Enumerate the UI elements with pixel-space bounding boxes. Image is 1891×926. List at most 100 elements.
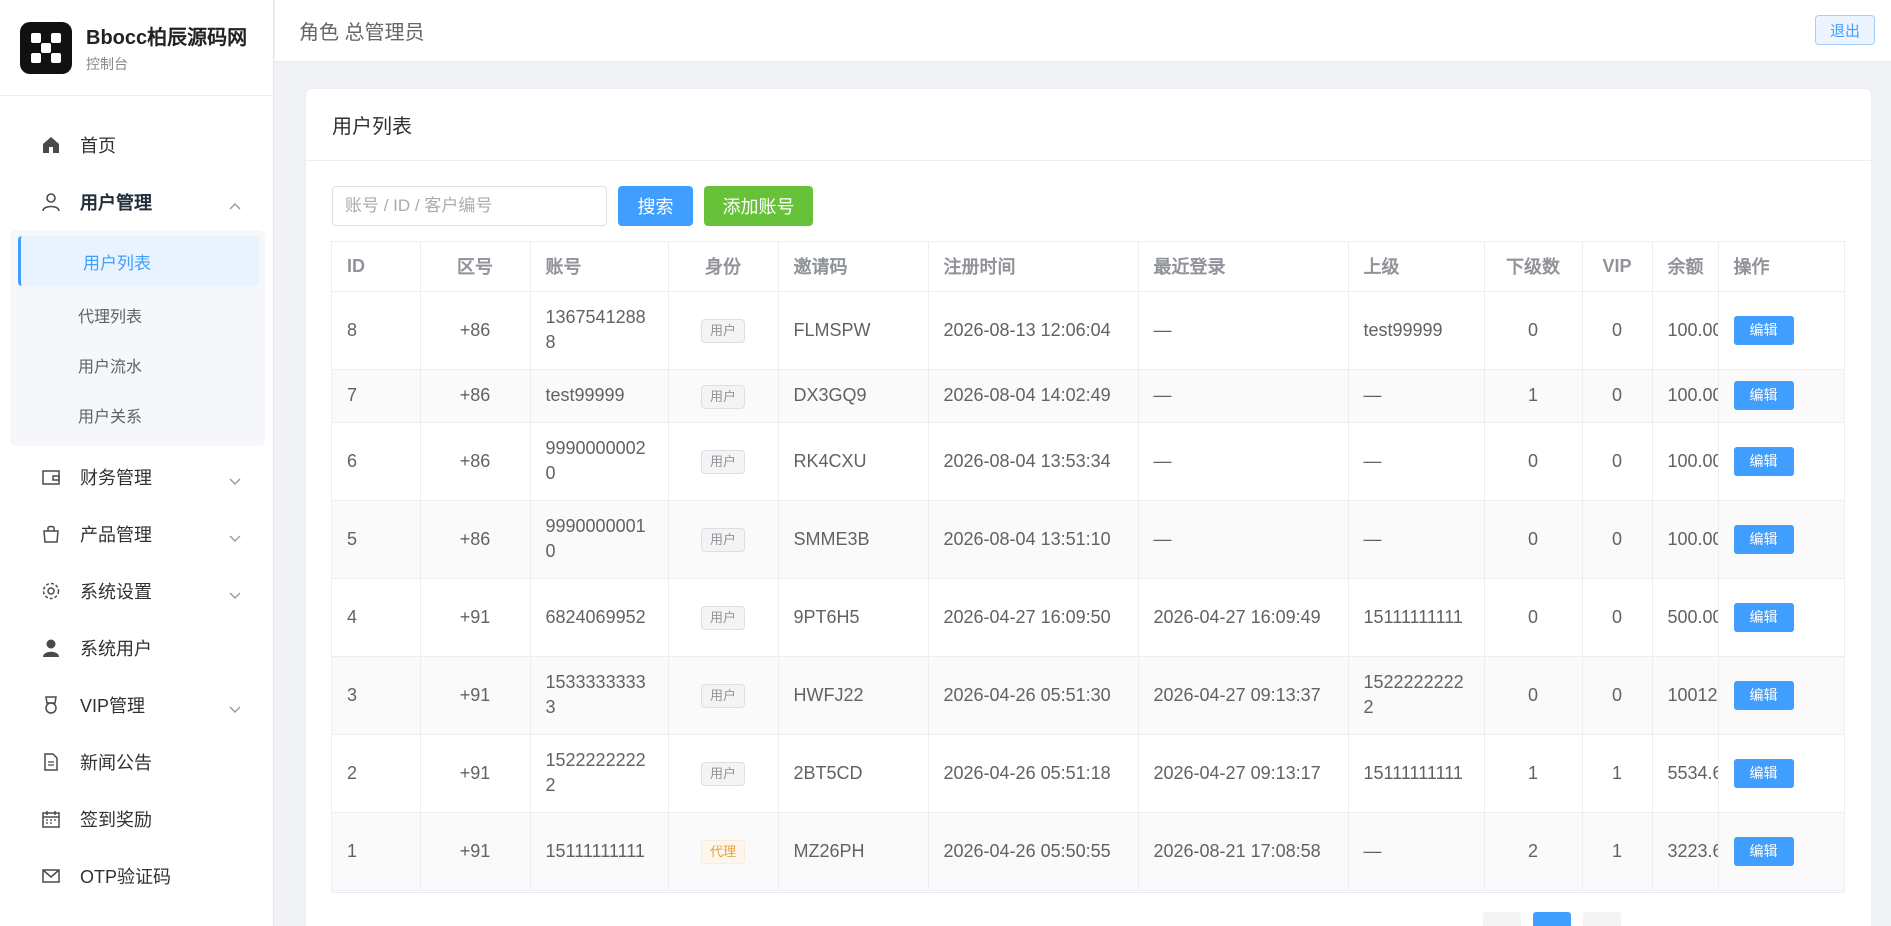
- edit-button[interactable]: 编辑: [1733, 602, 1794, 632]
- column-header[interactable]: ID: [332, 242, 421, 292]
- role-tag: 用户: [700, 384, 745, 409]
- cell-area: +91: [420, 578, 531, 657]
- sidebar-item-label: 系统设置: [80, 581, 152, 602]
- chevron-down-icon: [229, 535, 241, 542]
- logout-button[interactable]: 退出: [1815, 15, 1875, 45]
- role-tag: 用户: [700, 762, 745, 786]
- search-input[interactable]: [332, 186, 607, 226]
- role-tag: 用户: [700, 319, 745, 343]
- edit-button[interactable]: 编辑: [1733, 446, 1794, 476]
- cell-area: +91: [420, 812, 531, 891]
- sidebar-item-system-settings[interactable]: 系统设置: [0, 562, 273, 619]
- card-title: 用户列表: [306, 89, 1871, 161]
- cell-reg-time: 2026-08-13 12:06:04: [928, 291, 1139, 370]
- cell-parent: 15222222222: [1348, 656, 1485, 735]
- cell-vip: 1: [1582, 734, 1653, 813]
- sidebar-item-home[interactable]: 首页: [0, 116, 273, 173]
- sidebar-item-user-flow[interactable]: 用户流水: [10, 340, 265, 390]
- user-management-submenu: 用户列表 代理列表 用户流水 用户关系: [10, 230, 265, 446]
- table-row: 3 +91 15333333333 用户 HWFJ22 2026-04-26 0…: [332, 656, 1844, 735]
- edit-button[interactable]: 编辑: [1733, 315, 1794, 345]
- cell-last-login: —: [1138, 422, 1349, 501]
- cell-last-login: 2026-04-27 16:09:49: [1138, 578, 1349, 657]
- edit-button[interactable]: 编辑: [1733, 836, 1794, 866]
- search-button[interactable]: 搜索: [618, 186, 693, 226]
- cell-subs: 0: [1484, 291, 1583, 370]
- cell-reg-time: 2026-08-04 14:02:49: [928, 369, 1139, 423]
- chevron-down-icon: [229, 478, 241, 485]
- sidebar-item-finance[interactable]: 财务管理: [0, 448, 273, 505]
- cell-vip: 0: [1582, 291, 1653, 370]
- sidebar-item-label: 系统用户: [80, 638, 152, 659]
- sidebar-item-news[interactable]: 新闻公告: [0, 733, 273, 790]
- sidebar-item-user-relation[interactable]: 用户关系: [10, 390, 265, 440]
- cell-account: 15111111111: [530, 812, 669, 891]
- next-page-button[interactable]: [1583, 912, 1621, 926]
- role-tag: 用户: [700, 450, 745, 474]
- cell-subs: 2: [1484, 812, 1583, 891]
- user-outline-icon: [40, 191, 62, 213]
- sidebar-item-label: 财务管理: [80, 467, 152, 488]
- role-text: 角色 总管理员: [299, 22, 425, 44]
- cell-subs: 0: [1484, 656, 1583, 735]
- pagination: [1471, 912, 1621, 926]
- cell-id: 4: [332, 578, 421, 657]
- sidebar-item-otp[interactable]: OTP验证码: [0, 847, 273, 904]
- cell-reg-time: 2026-04-26 05:51:30: [928, 656, 1139, 735]
- table-row: 5 +86 99900000010 用户 SMME3B 2026-08-04 1…: [332, 500, 1844, 579]
- cell-area: +91: [420, 656, 531, 735]
- top-header: 角色 总管理员 退出: [275, 0, 1891, 62]
- cell-invite: 2BT5CD: [778, 734, 929, 813]
- sidebar-item-label: 新闻公告: [80, 752, 152, 773]
- prev-page-button[interactable]: [1483, 912, 1521, 926]
- sidebar-menu: 首页 用户管理 用户列表 代理列表 用户流水 用户关系 财务管理 产品管理 系统…: [0, 96, 273, 904]
- sidebar-item-label: OTP验证码: [80, 866, 172, 887]
- add-account-button[interactable]: 添加账号: [704, 186, 813, 226]
- chevron-down-icon: [229, 592, 241, 599]
- sidebar-item-vip[interactable]: VIP管理: [0, 676, 273, 733]
- sidebar-item-label: 首页: [80, 135, 116, 156]
- role-tag: 用户: [700, 528, 745, 552]
- mail-icon: [40, 865, 62, 887]
- cell-reg-time: 2026-04-26 05:51:18: [928, 734, 1139, 813]
- column-header[interactable]: 身份: [668, 242, 779, 292]
- sidebar-item-products[interactable]: 产品管理: [0, 505, 273, 562]
- role-tag: 用户: [700, 606, 745, 630]
- column-header[interactable]: 账号: [530, 242, 669, 292]
- sidebar-item-label: VIP管理: [80, 695, 146, 716]
- cell-area: +86: [420, 422, 531, 501]
- column-header[interactable]: 区号: [420, 242, 531, 292]
- edit-button[interactable]: 编辑: [1733, 381, 1794, 410]
- role-tag: 代理: [700, 840, 745, 864]
- cell-invite: SMME3B: [778, 500, 929, 579]
- column-header[interactable]: 下级数: [1484, 242, 1583, 292]
- column-header[interactable]: 上级: [1348, 242, 1485, 292]
- cell-parent: —: [1348, 369, 1485, 423]
- sidebar-item-checkin-rewards[interactable]: 签到奖励: [0, 790, 273, 847]
- cell-subs: 0: [1484, 422, 1583, 501]
- brand-logo: [20, 21, 72, 74]
- cell-account: 15333333333: [530, 656, 669, 735]
- cell-vip: 0: [1582, 422, 1653, 501]
- cell-id: 6: [332, 422, 421, 501]
- home-icon: [40, 134, 62, 156]
- cell-subs: 0: [1484, 500, 1583, 579]
- sidebar: Bbocc柏辰源码网 控制台 首页 用户管理 用户列表 代理列表 用户流水 用户…: [0, 0, 274, 926]
- sidebar-item-agent-list[interactable]: 代理列表: [10, 290, 265, 340]
- cell-subs: 1: [1484, 734, 1583, 813]
- column-header[interactable]: VIP: [1582, 242, 1653, 292]
- cell-invite: HWFJ22: [778, 656, 929, 735]
- column-header[interactable]: 操作: [1718, 242, 1844, 292]
- sidebar-item-system-users[interactable]: 系统用户: [0, 619, 273, 676]
- column-header[interactable]: 余额: [1652, 242, 1719, 292]
- column-header[interactable]: 注册时间: [928, 242, 1139, 292]
- edit-button[interactable]: 编辑: [1733, 758, 1794, 788]
- edit-button[interactable]: 编辑: [1733, 680, 1794, 710]
- column-header[interactable]: 邀请码: [778, 242, 929, 292]
- sidebar-item-user-list[interactable]: 用户列表: [18, 236, 259, 286]
- cell-parent: —: [1348, 422, 1485, 501]
- current-page-button[interactable]: [1533, 912, 1571, 926]
- edit-button[interactable]: 编辑: [1733, 524, 1794, 554]
- column-header[interactable]: 最近登录: [1138, 242, 1349, 292]
- sidebar-item-user-management[interactable]: 用户管理: [0, 173, 273, 230]
